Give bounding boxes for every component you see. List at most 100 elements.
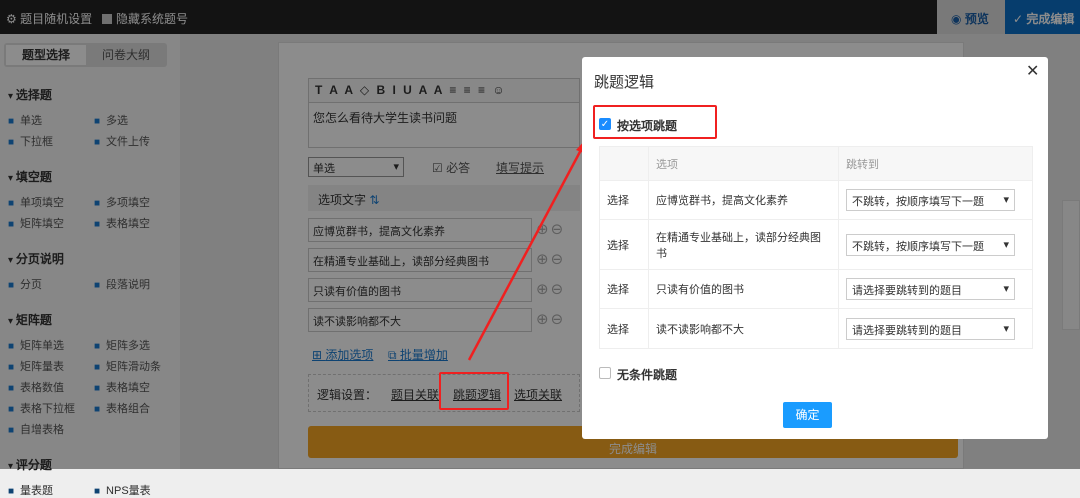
table-row: 选择 读不读影响都不大 请选择要跳转到的题目 bbox=[599, 308, 1033, 349]
select-box-icon: ■ bbox=[8, 404, 15, 415]
by-option-checkbox[interactable]: ✓ bbox=[599, 118, 611, 130]
add-option-icon[interactable]: ⊕ bbox=[536, 251, 551, 268]
question-type-item[interactable]: ■ 单项填空 bbox=[8, 194, 64, 210]
jump-target-select[interactable]: 请选择要跳转到的题目 bbox=[846, 317, 1015, 340]
close-icon[interactable]: ✕ bbox=[1026, 61, 1039, 81]
question-type-item[interactable]: ■ 表格组合 bbox=[94, 400, 150, 416]
question-type-item[interactable]: ■ 分页 bbox=[8, 276, 42, 292]
tab-question-types[interactable]: 题型选择 bbox=[6, 45, 86, 65]
text-icon: ■ bbox=[94, 280, 101, 291]
group-title[interactable]: 矩阵题 bbox=[8, 311, 52, 328]
jump-table: 选项跳转到 选择应博览群书，提高文化素养不跳转，按顺序填写下一题选择在精通专业基… bbox=[599, 146, 1033, 349]
question-type-item[interactable]: ■ 多选 bbox=[94, 112, 128, 128]
question-type-item[interactable]: ■ 段落说明 bbox=[94, 276, 150, 292]
group-title[interactable]: 分页说明 bbox=[8, 250, 64, 267]
option-link-link[interactable]: 选项关联 bbox=[514, 386, 562, 403]
check-icon: ■ bbox=[94, 116, 101, 127]
question-type-item[interactable]: ■ 表格数值 bbox=[8, 379, 64, 395]
question-text-input[interactable]: 您怎么看待大学生读书问题 bbox=[308, 102, 580, 148]
question-type-item[interactable]: ■ 矩阵填空 bbox=[8, 215, 64, 231]
question-type-item[interactable]: ■ 下拉框 bbox=[8, 133, 53, 149]
unconditional-checkbox[interactable] bbox=[599, 367, 611, 379]
jump-target-select[interactable]: 不跳转，按顺序填写下一题 bbox=[846, 189, 1015, 211]
dot-icon: ■ bbox=[8, 116, 15, 127]
plus-icon: ■ bbox=[8, 425, 15, 436]
star-icon: ■ bbox=[8, 486, 15, 497]
circles-icon: ■ bbox=[8, 341, 15, 352]
option-input[interactable]: 在精通专业基础上，读部分经典图书 bbox=[308, 248, 532, 272]
nps-icon: ■ bbox=[94, 486, 101, 497]
text-cursor-icon: ■ bbox=[8, 198, 15, 209]
question-type-select[interactable]: 单选 bbox=[308, 157, 404, 177]
page-break-icon: ■ bbox=[8, 280, 15, 291]
group-title[interactable]: 评分题 bbox=[8, 456, 52, 473]
dialog-title: 跳题逻辑 bbox=[594, 74, 655, 91]
remove-option-icon[interactable]: ⊖ bbox=[551, 311, 566, 328]
braces-icon: ■ bbox=[94, 198, 101, 209]
add-option-icon[interactable]: ⊕ bbox=[536, 221, 551, 238]
fill-hint-link[interactable]: 填写提示 bbox=[496, 159, 544, 176]
stars-icon: ■ bbox=[8, 362, 15, 373]
matrix-icon: ■ bbox=[8, 219, 15, 230]
question-type-item[interactable]: ■ 量表题 bbox=[8, 482, 53, 498]
option-input[interactable]: 只读有价值的图书 bbox=[308, 278, 532, 302]
table-icon: ■ bbox=[94, 219, 101, 230]
bulk-add-link[interactable]: ⧉ 批量增加 bbox=[388, 346, 448, 363]
confirm-button[interactable]: 确定 bbox=[783, 402, 832, 428]
dropdown-icon: ■ bbox=[8, 137, 15, 148]
question-type-item[interactable]: ■ 矩阵多选 bbox=[94, 337, 150, 353]
question-type-item[interactable]: ■ 表格填空 bbox=[94, 379, 150, 395]
table-row: 选择 应博览群书，提高文化素养 不跳转，按顺序填写下一题 bbox=[599, 180, 1033, 220]
sort-icon[interactable]: ⇅ bbox=[369, 193, 379, 207]
question-type-item[interactable]: ■ NPS量表 bbox=[94, 482, 151, 498]
number-icon: ■ bbox=[8, 383, 15, 394]
options-header: 选项文字 ⇅ bbox=[308, 185, 580, 211]
table-row: 选择 在精通专业基础上，读部分经典图书 不跳转，按顺序填写下一题 bbox=[599, 219, 1033, 270]
add-option-icon[interactable]: ⊕ bbox=[536, 281, 551, 298]
cloud-upload-icon: ■ bbox=[94, 137, 101, 148]
group-title[interactable]: 选择题 bbox=[8, 86, 52, 103]
question-type-item[interactable]: ■ 表格下拉框 bbox=[8, 400, 75, 416]
check-icon: ■ bbox=[94, 341, 101, 352]
right-tools[interactable] bbox=[1062, 200, 1080, 330]
tab-outline[interactable]: 问卷大纲 bbox=[86, 45, 166, 65]
required-checkbox[interactable]: ☑ 必答 bbox=[432, 159, 470, 176]
option-input[interactable]: 读不读影响都不大 bbox=[308, 308, 532, 332]
add-option-link[interactable]: ⊞ 添加选项 bbox=[312, 346, 373, 363]
remove-option-icon[interactable]: ⊖ bbox=[551, 221, 566, 238]
question-link-link[interactable]: 题目关联 bbox=[391, 386, 439, 403]
jump-target-select[interactable]: 不跳转，按顺序填写下一题 bbox=[846, 233, 1015, 256]
random-settings-button[interactable]: ⚙ 题目随机设置 bbox=[6, 10, 92, 27]
question-type-item[interactable]: ■ 文件上传 bbox=[94, 133, 150, 149]
sidebar: 题型选择 问卷大纲 选择题 ■单选 ■多选 ■下拉框 ■文件上传填空题 ■单项填空 ■多项填… bbox=[0, 34, 180, 497]
question-type-item[interactable]: ■ 表格填空 bbox=[94, 215, 150, 231]
jump-target-select[interactable]: 请选择要跳转到的题目 bbox=[846, 278, 1015, 300]
logic-label: 逻辑设置： bbox=[317, 388, 378, 402]
finish-edit-button[interactable]: ✓ 完成编辑 bbox=[1005, 0, 1080, 34]
combo-icon: ■ bbox=[94, 404, 101, 415]
column-jump-to: 跳转到 bbox=[838, 146, 1033, 181]
by-option-label: 按选项跳题 bbox=[617, 119, 678, 133]
add-option-icon[interactable]: ⊕ bbox=[536, 311, 551, 328]
question-type-item[interactable]: ■ 矩阵量表 bbox=[8, 358, 64, 374]
question-type-item[interactable]: ■ 矩阵单选 bbox=[8, 337, 64, 353]
eye-icon: ◉ bbox=[951, 12, 965, 26]
slider-icon: ■ bbox=[94, 362, 101, 373]
jump-logic-dialog: 跳题逻辑 ✕ ✓ 按选项跳题 选项 跳转到 选择 应博览群书，提高文化素养 不跳转，按… bbox=[582, 57, 1048, 439]
question-type-item[interactable]: ■ 单选 bbox=[8, 112, 42, 128]
preview-button[interactable]: ◉ 预览 bbox=[937, 0, 1005, 34]
question-type-item[interactable]: ■ 自增表格 bbox=[8, 421, 64, 437]
question-type-item[interactable]: ■ 矩阵滑动条 bbox=[94, 358, 161, 374]
hide-numbers-checkbox[interactable]: 隐藏系统题号 bbox=[102, 10, 188, 27]
group-title[interactable]: 填空题 bbox=[8, 168, 52, 185]
jump-logic-link[interactable]: 跳题逻辑 bbox=[453, 386, 501, 403]
option-input[interactable]: 应博览群书，提高文化素养 bbox=[308, 218, 532, 242]
remove-option-icon[interactable]: ⊖ bbox=[551, 281, 566, 298]
remove-option-icon[interactable]: ⊖ bbox=[551, 251, 566, 268]
table-icon: ■ bbox=[94, 383, 101, 394]
question-type-item[interactable]: ■ 多项填空 bbox=[94, 194, 150, 210]
unconditional-label: 无条件跳题 bbox=[617, 368, 678, 382]
top-bar: ⚙ 题目随机设置 隐藏系统题号 ◉ 预览 ✓ 完成编辑 bbox=[0, 0, 1080, 34]
table-row: 选择 只读有价值的图书 请选择要跳转到的题目 bbox=[599, 269, 1033, 309]
rich-text-toolbar[interactable]: T A A ◇ B I U A A ≡ ≡ ≡ ☺ bbox=[308, 78, 580, 102]
